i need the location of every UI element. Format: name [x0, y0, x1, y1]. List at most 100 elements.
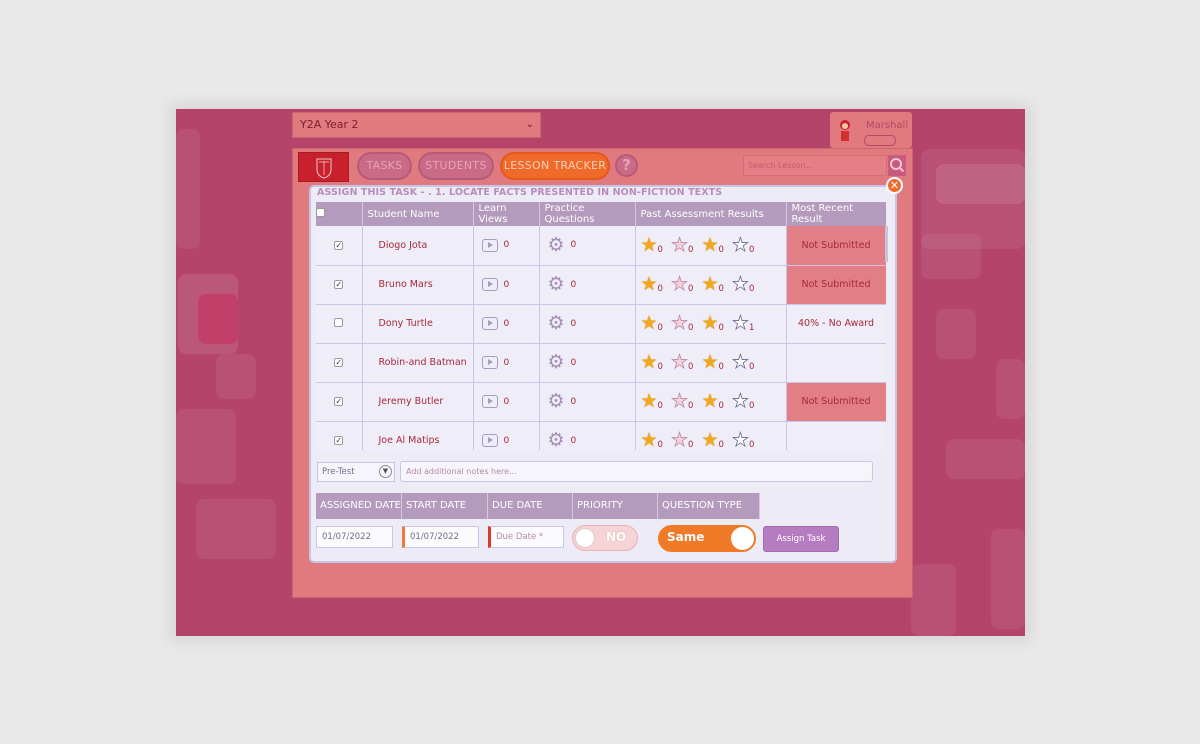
play-icon[interactable] [481, 317, 498, 330]
student-name[interactable]: Robin-and Batman [362, 343, 474, 383]
learn-views-count: 0 [503, 240, 510, 251]
student-name[interactable]: Joe Al Matips [362, 421, 474, 450]
row-select-cell [316, 304, 363, 344]
row-checkbox[interactable] [334, 317, 344, 327]
gear-icon[interactable]: ⚙ [548, 429, 565, 450]
pink-star-icon: ★ [670, 233, 689, 256]
white-star-icon: ★ [731, 429, 750, 450]
help-icon[interactable]: ? [615, 154, 638, 177]
table-scrollbar[interactable] [885, 226, 888, 262]
gear-icon[interactable]: ⚙ [548, 312, 565, 334]
star-count: 0 [718, 362, 724, 372]
recent-result [786, 421, 886, 450]
recent-result: Not Submitted [786, 382, 886, 422]
lesson-tracker-button[interactable]: LESSON TRACKER [500, 152, 610, 180]
student-name[interactable]: Dony Turtle [362, 304, 474, 344]
star-count: 0 [688, 362, 694, 372]
gold-star-icon: ★ [701, 273, 719, 295]
search-input[interactable]: Search Lesson... [743, 155, 887, 176]
star-count: 0 [748, 440, 755, 450]
play-icon[interactable] [481, 434, 498, 447]
star-count: 0 [718, 284, 724, 294]
student-name[interactable]: Diogo Jota [362, 226, 474, 266]
star-count: 0 [657, 440, 663, 450]
due-date-field[interactable]: Due Date * [488, 526, 564, 548]
crest-icon [316, 158, 332, 179]
test-type-select[interactable]: Pre-Test ▼ [317, 462, 395, 482]
col-student-name: Student Name [362, 202, 474, 226]
user-card[interactable]: Marshall [830, 112, 912, 148]
past-results-cell: ★0 ★0 ★0 ★0 [635, 382, 787, 422]
row-checkbox[interactable]: ✓ [334, 240, 344, 250]
star-count: 0 [688, 244, 694, 255]
tasks-button[interactable]: TASKS [357, 152, 412, 180]
learn-views-count: 0 [503, 396, 510, 407]
play-icon[interactable] [481, 278, 498, 291]
question-type-toggle[interactable]: Same [658, 525, 756, 552]
row-checkbox[interactable]: ✓ [334, 436, 344, 445]
gold-star-icon: ★ [640, 273, 658, 295]
star-count: 0 [718, 440, 724, 450]
student-name[interactable]: Bruno Mars [362, 265, 474, 305]
table-row: ✓ Jeremy Butler 0 ⚙ 0 ★0 ★0 ★0 ★0 Not Submitted [316, 382, 886, 422]
pink-star-icon: ★ [670, 273, 689, 295]
past-results-cell: ★0 ★0 ★0 ★1 [635, 304, 787, 344]
star-count: 0 [748, 401, 755, 411]
gold-star-icon: ★ [640, 312, 658, 334]
class-select-value: Y2A Year 2 [300, 118, 359, 131]
star-count: 0 [748, 244, 755, 255]
student-name[interactable]: Jeremy Butler [362, 382, 474, 422]
gear-icon[interactable]: ⚙ [548, 351, 565, 373]
star-count: 0 [657, 284, 663, 294]
row-checkbox[interactable]: ✓ [334, 358, 344, 367]
star-count: 0 [688, 323, 694, 333]
play-icon[interactable] [481, 395, 498, 408]
priority-label: PRIORITY [573, 493, 658, 519]
students-button[interactable]: STUDENTS [418, 152, 494, 180]
gear-icon[interactable]: ⚙ [548, 273, 565, 295]
star-count: 0 [718, 323, 724, 333]
priority-toggle[interactable]: NO [572, 525, 638, 551]
white-star-icon: ★ [731, 390, 750, 412]
past-results-cell: ★0 ★0 ★0 ★0 [635, 265, 787, 305]
white-star-icon: ★ [731, 351, 750, 373]
gold-star-icon: ★ [701, 429, 719, 450]
learn-views-count: 0 [503, 279, 510, 290]
row-checkbox[interactable]: ✓ [334, 280, 344, 289]
assign-task-button[interactable]: Assign Task [763, 526, 839, 552]
assigned-date-field[interactable]: 01/07/2022 [316, 526, 393, 548]
chevron-down-icon: ▼ [379, 465, 392, 478]
user-name: Marshall [866, 120, 909, 131]
gear-icon[interactable]: ⚙ [548, 390, 565, 412]
row-select-cell: ✓ [316, 265, 363, 305]
start-date-field[interactable]: 01/07/2022 [402, 526, 479, 548]
learn-views-cell: 0 [473, 421, 540, 450]
row-checkbox[interactable]: ✓ [334, 397, 344, 406]
class-select[interactable]: Y2A Year 2 ⌄ [292, 112, 541, 138]
table-row: ✓ Diogo Jota 0 ⚙ 0 ★0 ★0 ★0 ★0 Not Submitted [316, 226, 886, 266]
search-button[interactable] [888, 155, 906, 176]
select-all-checkbox[interactable] [316, 208, 325, 217]
practice-count: 0 [570, 357, 577, 368]
play-icon[interactable] [481, 238, 498, 252]
learn-views-count: 0 [503, 435, 510, 446]
table-row: ✓ Bruno Mars 0 ⚙ 0 ★0 ★0 ★0 ★0 Not Submitted [316, 265, 886, 305]
learn-views-cell: 0 [473, 304, 540, 344]
learn-views-count: 0 [503, 318, 510, 329]
gear-icon[interactable]: ⚙ [548, 234, 565, 256]
learn-views-count: 0 [503, 357, 510, 368]
recent-result: Not Submitted [786, 226, 886, 266]
play-icon[interactable] [481, 356, 498, 369]
row-select-cell: ✓ [316, 226, 363, 266]
row-select-cell: ✓ [316, 343, 363, 383]
star-count: 0 [688, 440, 694, 450]
user-menu-button[interactable] [864, 135, 896, 146]
avatar [840, 120, 850, 141]
close-icon[interactable]: ✕ [886, 177, 903, 194]
notes-input[interactable]: Add additional notes here... [400, 461, 873, 482]
due-date-label: DUE DATE [488, 493, 573, 519]
star-count: 0 [748, 362, 755, 372]
practice-count: 0 [570, 396, 577, 407]
practice-cell: ⚙ 0 [539, 265, 636, 305]
col-past-results: Past Assessment Results [635, 202, 787, 226]
